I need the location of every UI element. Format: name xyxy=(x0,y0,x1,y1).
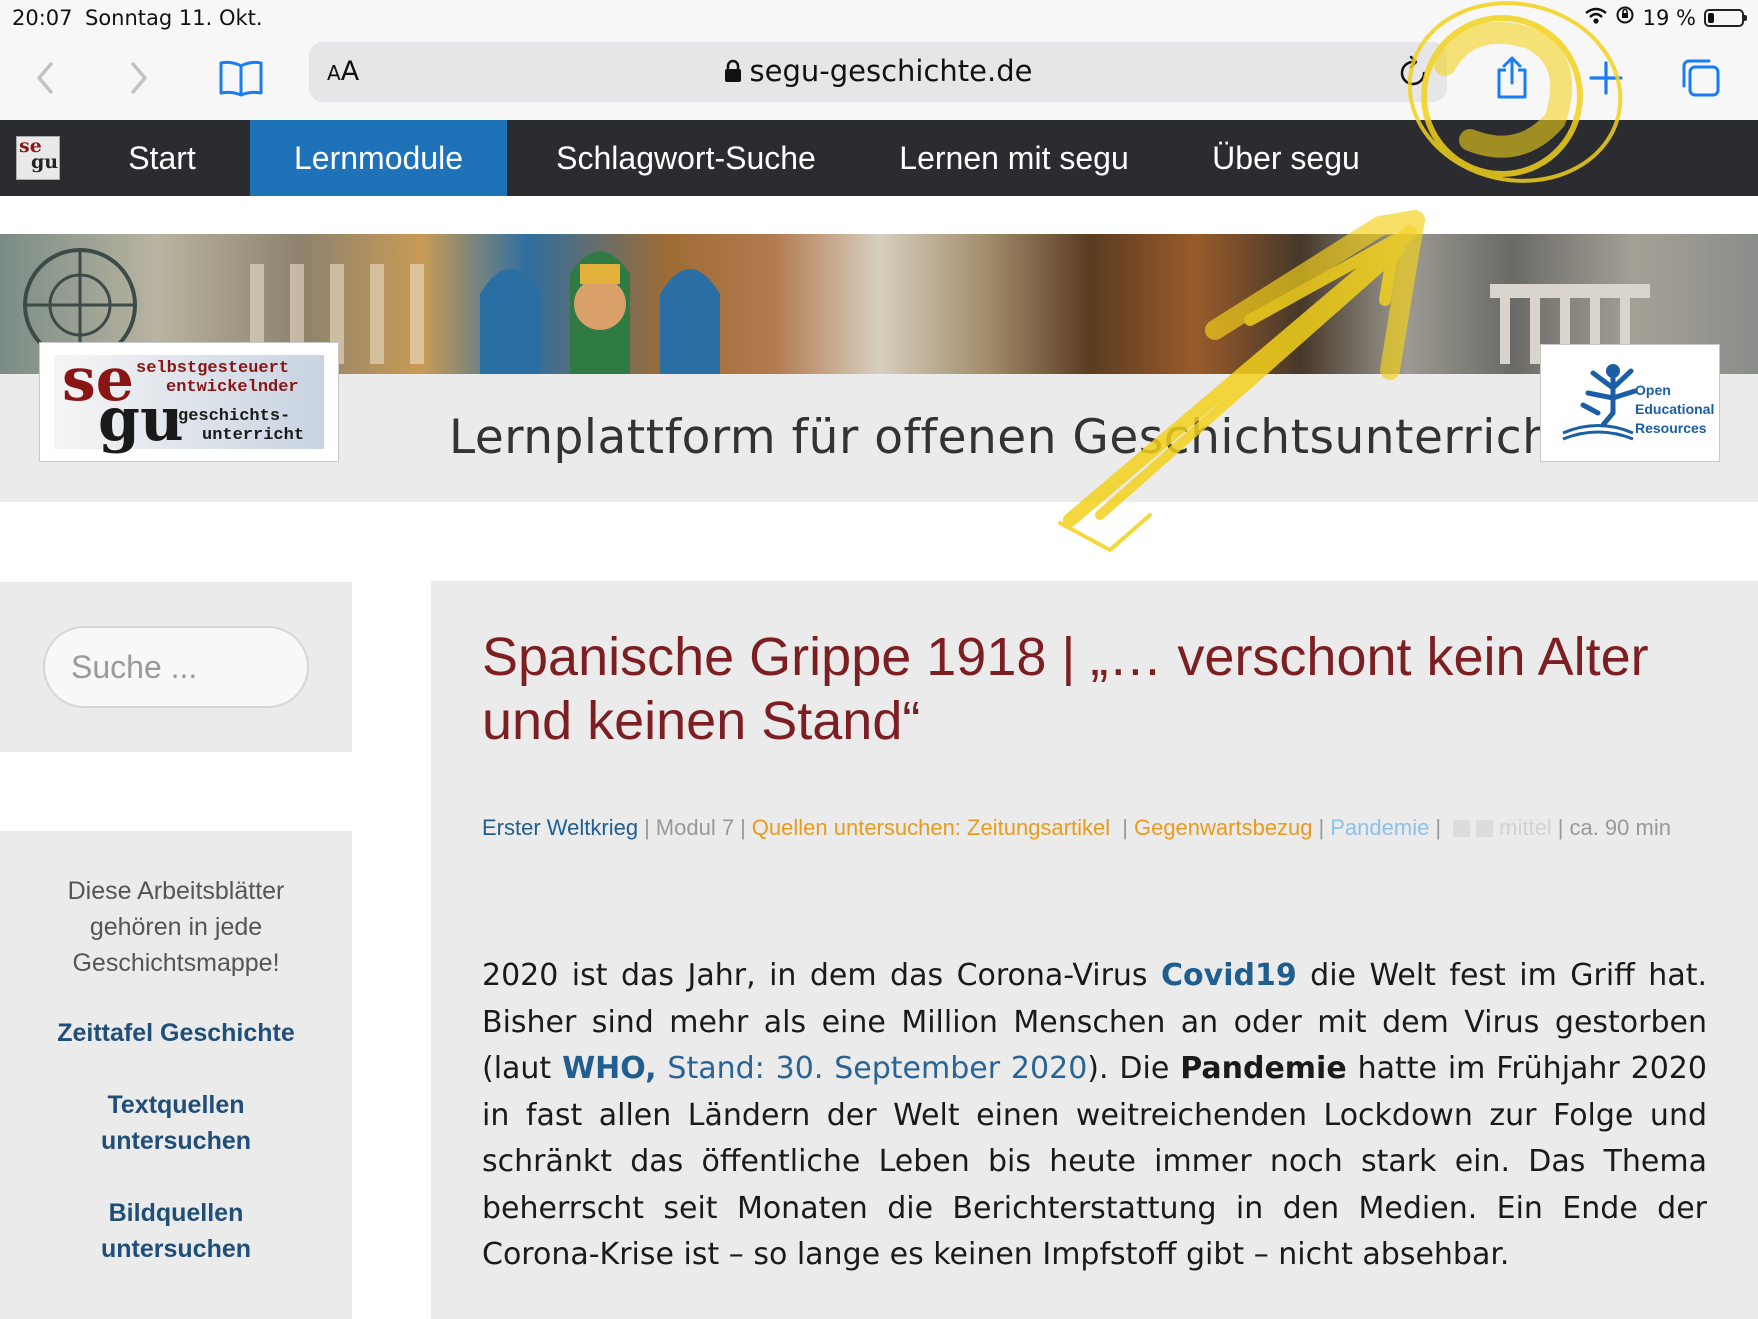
meta-method-link[interactable]: Quellen untersuchen: Zeitungsartikel xyxy=(752,815,1110,840)
segu-banner-logo[interactable]: se gu selbstgesteuert entwickelnder gesch… xyxy=(39,342,339,462)
article-panel: Spanische Grippe 1918 | „… verschont kei… xyxy=(431,581,1758,1319)
share-icon[interactable] xyxy=(1484,50,1540,106)
new-tab-icon[interactable] xyxy=(1578,50,1634,106)
site-banner: se gu selbstgesteuert entwickelnder gesch… xyxy=(0,234,1758,502)
status-time: 20:07 xyxy=(12,6,73,30)
worksheets-widget: Diese Arbeitsblätter gehören in jede Ges… xyxy=(0,831,352,1319)
browser-toolbar: AA segu-geschichte.de xyxy=(0,36,1758,120)
segu-nav-logo[interactable]: se gu xyxy=(16,136,60,180)
article-meta: Erster Weltkrieg | Modul 7 | Quellen untersu… xyxy=(482,815,1671,840)
bookmarks-icon[interactable] xyxy=(213,50,269,106)
meta-tag-link[interactable]: Pandemie xyxy=(1330,815,1429,840)
battery-icon xyxy=(1704,8,1747,27)
reload-icon[interactable] xyxy=(1399,54,1429,92)
address-bar[interactable]: AA segu-geschichte.de xyxy=(309,42,1447,102)
link-who[interactable]: WHO, xyxy=(562,1051,656,1086)
link-who-stand[interactable]: Stand: 30. September 2020 xyxy=(667,1051,1087,1086)
meta-duration: ca. 90 min xyxy=(1569,815,1671,840)
article-title: Spanische Grippe 1918 | „… verschont kei… xyxy=(482,627,1649,751)
back-icon[interactable] xyxy=(17,50,73,106)
search-widget xyxy=(0,582,352,752)
meta-level: mittel xyxy=(1499,815,1552,840)
link-textquellen-untersuchen[interactable]: Textquellen untersuchen xyxy=(80,1087,272,1159)
level-square-icon xyxy=(1453,820,1471,837)
site-nav: se gu Start Lernmodule Schlagwort-Suche … xyxy=(0,120,1758,196)
link-bildquellen-untersuchen[interactable]: Bildquellen untersuchen xyxy=(80,1195,272,1267)
meta-relevance-link[interactable]: Gegenwartsbezug xyxy=(1134,815,1313,840)
search-input[interactable] xyxy=(43,626,309,708)
wifi-icon xyxy=(1584,6,1607,30)
status-date: Sonntag 11. Okt. xyxy=(85,6,263,30)
article-body: 2020 ist das Jahr, in dem das Corona-Vir… xyxy=(482,958,1708,1272)
url-text: segu-geschichte.de xyxy=(749,54,1033,88)
link-zeittafel-geschichte[interactable]: Zeittafel Geschichte xyxy=(20,1015,332,1051)
meta-category-link[interactable]: Erster Weltkrieg xyxy=(482,815,638,840)
nav-item-start[interactable]: Start xyxy=(80,120,244,196)
level-square-icon xyxy=(1476,820,1494,837)
worksheets-intro: Diese Arbeitsblätter gehören in jede Ges… xyxy=(67,877,285,977)
nav-item-lernen-mit-segu[interactable]: Lernen mit segu xyxy=(880,120,1148,196)
meta-module: Modul 7 xyxy=(655,815,735,840)
oer-logo[interactable]: Open Educational Resources xyxy=(1540,344,1720,462)
status-bar: 20:07 Sonntag 11. Okt. 19 % xyxy=(0,0,1758,36)
battery-percent: 19 % xyxy=(1642,5,1696,30)
forward-icon[interactable] xyxy=(111,50,167,106)
lock-icon xyxy=(724,56,742,90)
tabs-icon[interactable] xyxy=(1672,50,1728,106)
emphasis-pandemie: Pandemie xyxy=(1180,1051,1347,1086)
link-covid19[interactable]: Covid19 xyxy=(1161,958,1297,993)
nav-item-ueber-segu[interactable]: Über segu xyxy=(1195,120,1377,196)
status-right: 19 % xyxy=(1584,5,1747,30)
orientation-lock-icon xyxy=(1615,5,1635,30)
banner-title: Lernplattform für offenen Geschichtsunte… xyxy=(449,410,1572,465)
nav-item-schlagwort-suche[interactable]: Schlagwort-Suche xyxy=(532,120,840,196)
nav-item-lernmodule[interactable]: Lernmodule xyxy=(250,120,507,196)
